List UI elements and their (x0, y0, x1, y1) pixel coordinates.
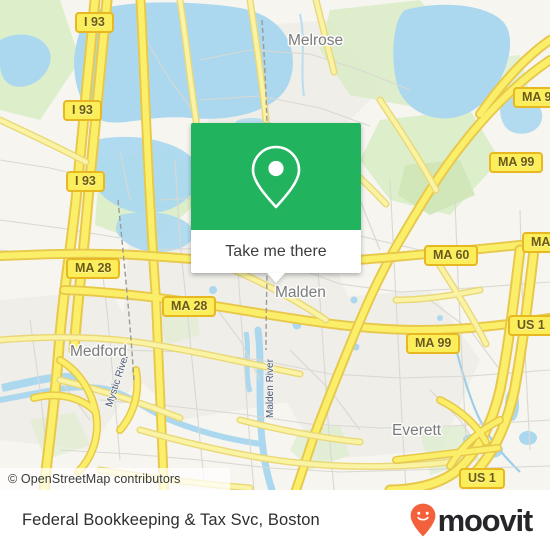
highway-shield-ma28-west: MA 28 (66, 258, 121, 279)
moovit-map-screen: Melrose Malden Medford Everett Mystic Ri… (0, 0, 550, 550)
card-pin-area (191, 123, 361, 230)
highway-shield-ma28-east: MA 28 (162, 296, 217, 317)
highway-shield-us1-east: US 1 (508, 315, 550, 336)
location-callout-card[interactable]: Take me there (191, 123, 361, 283)
highway-shield-i93-north: I 93 (75, 12, 114, 33)
map-label-melrose: Melrose (288, 32, 344, 49)
map-label-medford: Medford (70, 343, 127, 360)
card-pointer-tail (267, 273, 285, 283)
map-label-malden-river: Malden River (265, 359, 276, 418)
highway-shield-ma60-center: MA 60 (424, 245, 479, 266)
take-me-there-label: Take me there (225, 242, 327, 260)
place-title: Federal Bookkeeping & Tax Svc, Boston (22, 510, 320, 529)
highway-shield-i93-mid: I 93 (63, 100, 102, 121)
footer-bar: Federal Bookkeeping & Tax Svc, Boston mo… (0, 490, 550, 550)
map-label-everett: Everett (392, 422, 442, 439)
map-label-malden: Malden (275, 284, 326, 301)
osm-attribution-text: © OpenStreetMap contributors (8, 472, 181, 486)
map-pin-icon (251, 145, 301, 208)
highway-shield-us1-south: US 1 (459, 468, 505, 489)
moovit-wordmark: moovit (437, 502, 534, 538)
moovit-smiley-pin-icon (410, 503, 435, 537)
moovit-logo[interactable]: moovit (410, 502, 534, 538)
highway-shield-ma99-northeast: MA 99 (513, 87, 550, 108)
osm-attribution[interactable]: © OpenStreetMap contributors (0, 468, 230, 490)
highway-shield-i93-south: I 93 (66, 171, 105, 192)
take-me-there-button[interactable]: Take me there (191, 230, 361, 273)
highway-shield-ma60-east: MA 60 (522, 232, 550, 253)
highway-shield-ma99-north: MA 99 (489, 152, 544, 173)
highway-shield-ma99-south: MA 99 (406, 333, 461, 354)
